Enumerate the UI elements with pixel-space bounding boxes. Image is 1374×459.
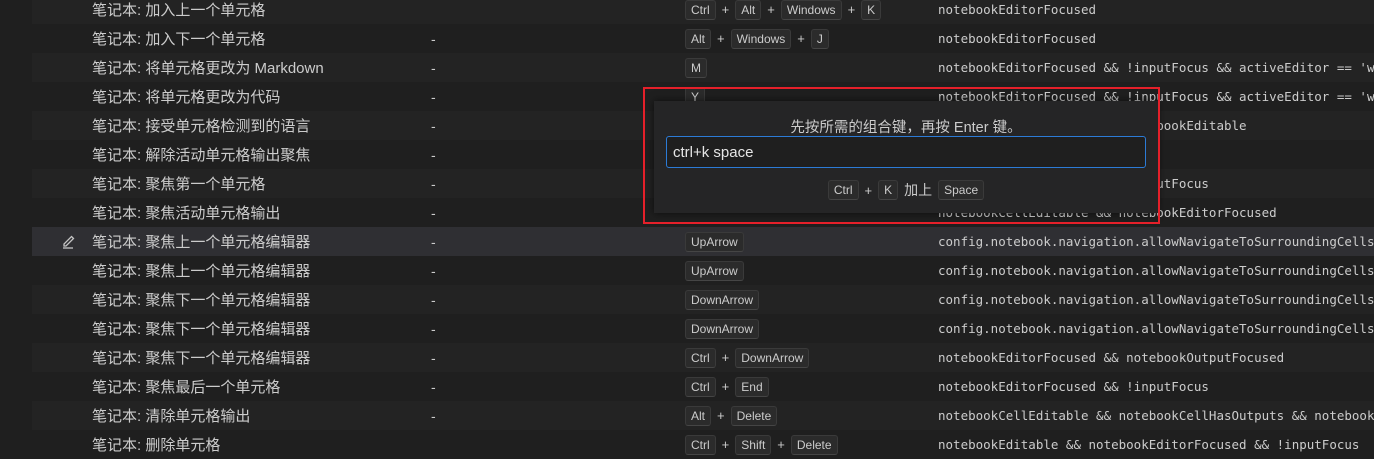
when-clause: notebookEditorFocused && !inputFocus (938, 379, 1209, 394)
command-label: 笔记本: 聚焦上一个单元格编辑器 (92, 234, 311, 251)
keybinding-cell: UpArrow (685, 260, 744, 281)
source-cell: - (431, 30, 436, 47)
command-label: 笔记本: 将单元格更改为 Markdown (92, 60, 324, 77)
keycap: DownArrow (685, 318, 760, 339)
key-plus: + (717, 408, 725, 423)
keybindings-table: 笔记本: 加入上一个单元格 Ctrl + Alt + Windows + KnotebookE… (0, 0, 1374, 459)
keybinding-cell: Alt + Windows + J (685, 28, 829, 49)
source-cell: - (431, 175, 436, 192)
keycap: M (685, 57, 707, 78)
keycap: DownArrow (685, 289, 760, 310)
keycap: UpArrow (685, 231, 744, 252)
keycap: Windows (730, 28, 792, 49)
pencil-edit-icon[interactable] (58, 232, 78, 252)
command-label: 笔记本: 将单元格更改为代码 (92, 89, 281, 106)
command-label: 笔记本: 聚焦最后一个单元格 (92, 379, 281, 396)
keybinding-cell: UpArrow (685, 231, 744, 252)
source-cell: - (431, 291, 436, 308)
keycap: K (861, 0, 882, 20)
when-clause: notebookEditorFocused && notebookOutputF… (938, 350, 1285, 365)
table-row[interactable]: 笔记本: 清除单元格输出 - Alt + Delete notebookCellEdita… (0, 401, 1374, 430)
keycap: Delete (790, 434, 838, 455)
keybinding-cell: Ctrl + Alt + Windows + K (685, 0, 882, 20)
command-label: 笔记本: 聚焦下一个单元格编辑器 (92, 321, 311, 338)
table-row[interactable]: 笔记本: 聚焦上一个单元格编辑器 - UpArrow config.notebook.… (0, 227, 1374, 256)
keycap: Alt (685, 28, 712, 49)
source-cell: - (431, 59, 436, 76)
keycap: Ctrl (685, 376, 716, 397)
source-cell: - (431, 146, 436, 163)
keycap: Ctrl (685, 0, 716, 20)
keybinding-cell: DownArrow (685, 289, 760, 310)
table-row[interactable]: 笔记本: 聚焦最后一个单元格 - Ctrl + End notebookEditorFoc… (0, 372, 1374, 401)
keycap: End (735, 376, 769, 397)
key-plus: + (797, 31, 805, 46)
keybinding-cell: DownArrow (685, 318, 760, 339)
when-clause: config.notebook.navigation.allowNavigate… (938, 321, 1374, 336)
key-plus: + (777, 437, 785, 452)
key-plus: + (847, 2, 856, 17)
when-clause: notebookEditorFocused (938, 2, 1097, 17)
command-label: 笔记本: 解除活动单元格输出聚焦 (92, 147, 311, 164)
annotation-highlight-box (643, 87, 1160, 224)
table-row[interactable]: 笔记本: 聚焦下一个单元格编辑器 - DownArrow config.noteboo… (0, 285, 1374, 314)
keycap: DownArrow (735, 347, 810, 368)
keycap: Ctrl (685, 347, 716, 368)
table-row[interactable]: 笔记本: 聚焦下一个单元格编辑器 - DownArrow config.noteboo… (0, 314, 1374, 343)
command-label: 笔记本: 删除单元格 (92, 437, 221, 454)
table-row[interactable]: 笔记本: 聚焦上一个单元格编辑器 - UpArrow config.notebook.… (0, 256, 1374, 285)
source-cell: - (431, 204, 436, 221)
when-clause: config.notebook.navigation.allowNavigate… (938, 263, 1374, 278)
command-label: 笔记本: 聚焦上一个单元格编辑器 (92, 263, 311, 280)
table-row[interactable]: 笔记本: 加入下一个单元格 - Alt + Windows + JnotebookEdito… (0, 24, 1374, 53)
keycap: Shift (735, 434, 772, 455)
table-row[interactable]: 笔记本: 将单元格更改为 Markdown - MnotebookEditorFoc… (0, 53, 1374, 82)
key-plus: + (767, 2, 775, 17)
key-plus: + (721, 437, 730, 452)
key-plus: + (721, 350, 730, 365)
source-cell: - (431, 349, 436, 366)
table-row[interactable]: 笔记本: 加入上一个单元格 Ctrl + Alt + Windows + KnotebookE… (0, 0, 1374, 24)
key-plus: + (721, 379, 730, 394)
keycap: Ctrl (685, 434, 716, 455)
keycap: Alt (735, 0, 762, 20)
command-label: 笔记本: 聚焦活动单元格输出 (92, 205, 281, 222)
command-label: 笔记本: 接受单元格检测到的语言 (92, 118, 311, 135)
keycap: UpArrow (685, 260, 744, 281)
when-clause: config.notebook.navigation.allowNavigate… (938, 234, 1374, 249)
command-label: 笔记本: 加入上一个单元格 (92, 2, 266, 19)
when-clause: config.notebook.navigation.allowNavigate… (938, 292, 1374, 307)
when-clause: notebookEditable && notebookEditorFocuse… (938, 437, 1360, 452)
source-cell: - (431, 262, 436, 279)
when-clause: notebookEditorFocused && !inputFocus && … (938, 60, 1374, 75)
keycap: Windows (780, 0, 842, 20)
key-plus: + (721, 2, 730, 17)
source-cell: - (431, 233, 436, 250)
command-label: 笔记本: 聚焦第一个单元格 (92, 176, 266, 193)
command-label: 笔记本: 加入下一个单元格 (92, 31, 266, 48)
keybinding-cell: Ctrl + DownArrow (685, 347, 810, 368)
source-cell: - (431, 407, 436, 424)
keybinding-cell: Ctrl + Shift + Delete (685, 434, 838, 455)
command-label: 笔记本: 聚焦下一个单元格编辑器 (92, 292, 311, 309)
when-clause: notebookEditorFocused (938, 31, 1097, 46)
source-cell: - (431, 320, 436, 337)
keycap: J (810, 28, 829, 49)
when-clause: notebookCellEditable && notebookCellHasO… (938, 408, 1374, 423)
table-row[interactable]: 笔记本: 删除单元格 Ctrl + Shift + Delete notebookEdita… (0, 430, 1374, 459)
source-cell: - (431, 378, 436, 395)
table-row[interactable]: 笔记本: 聚焦下一个单元格编辑器 - Ctrl + DownArrow notebookE… (0, 343, 1374, 372)
key-plus: + (717, 31, 725, 46)
command-label: 笔记本: 聚焦下一个单元格编辑器 (92, 350, 311, 367)
source-cell: - (431, 88, 436, 105)
source-cell: - (431, 117, 436, 134)
keybinding-cell: Ctrl + End (685, 376, 769, 397)
keybinding-cell: M (685, 57, 707, 78)
